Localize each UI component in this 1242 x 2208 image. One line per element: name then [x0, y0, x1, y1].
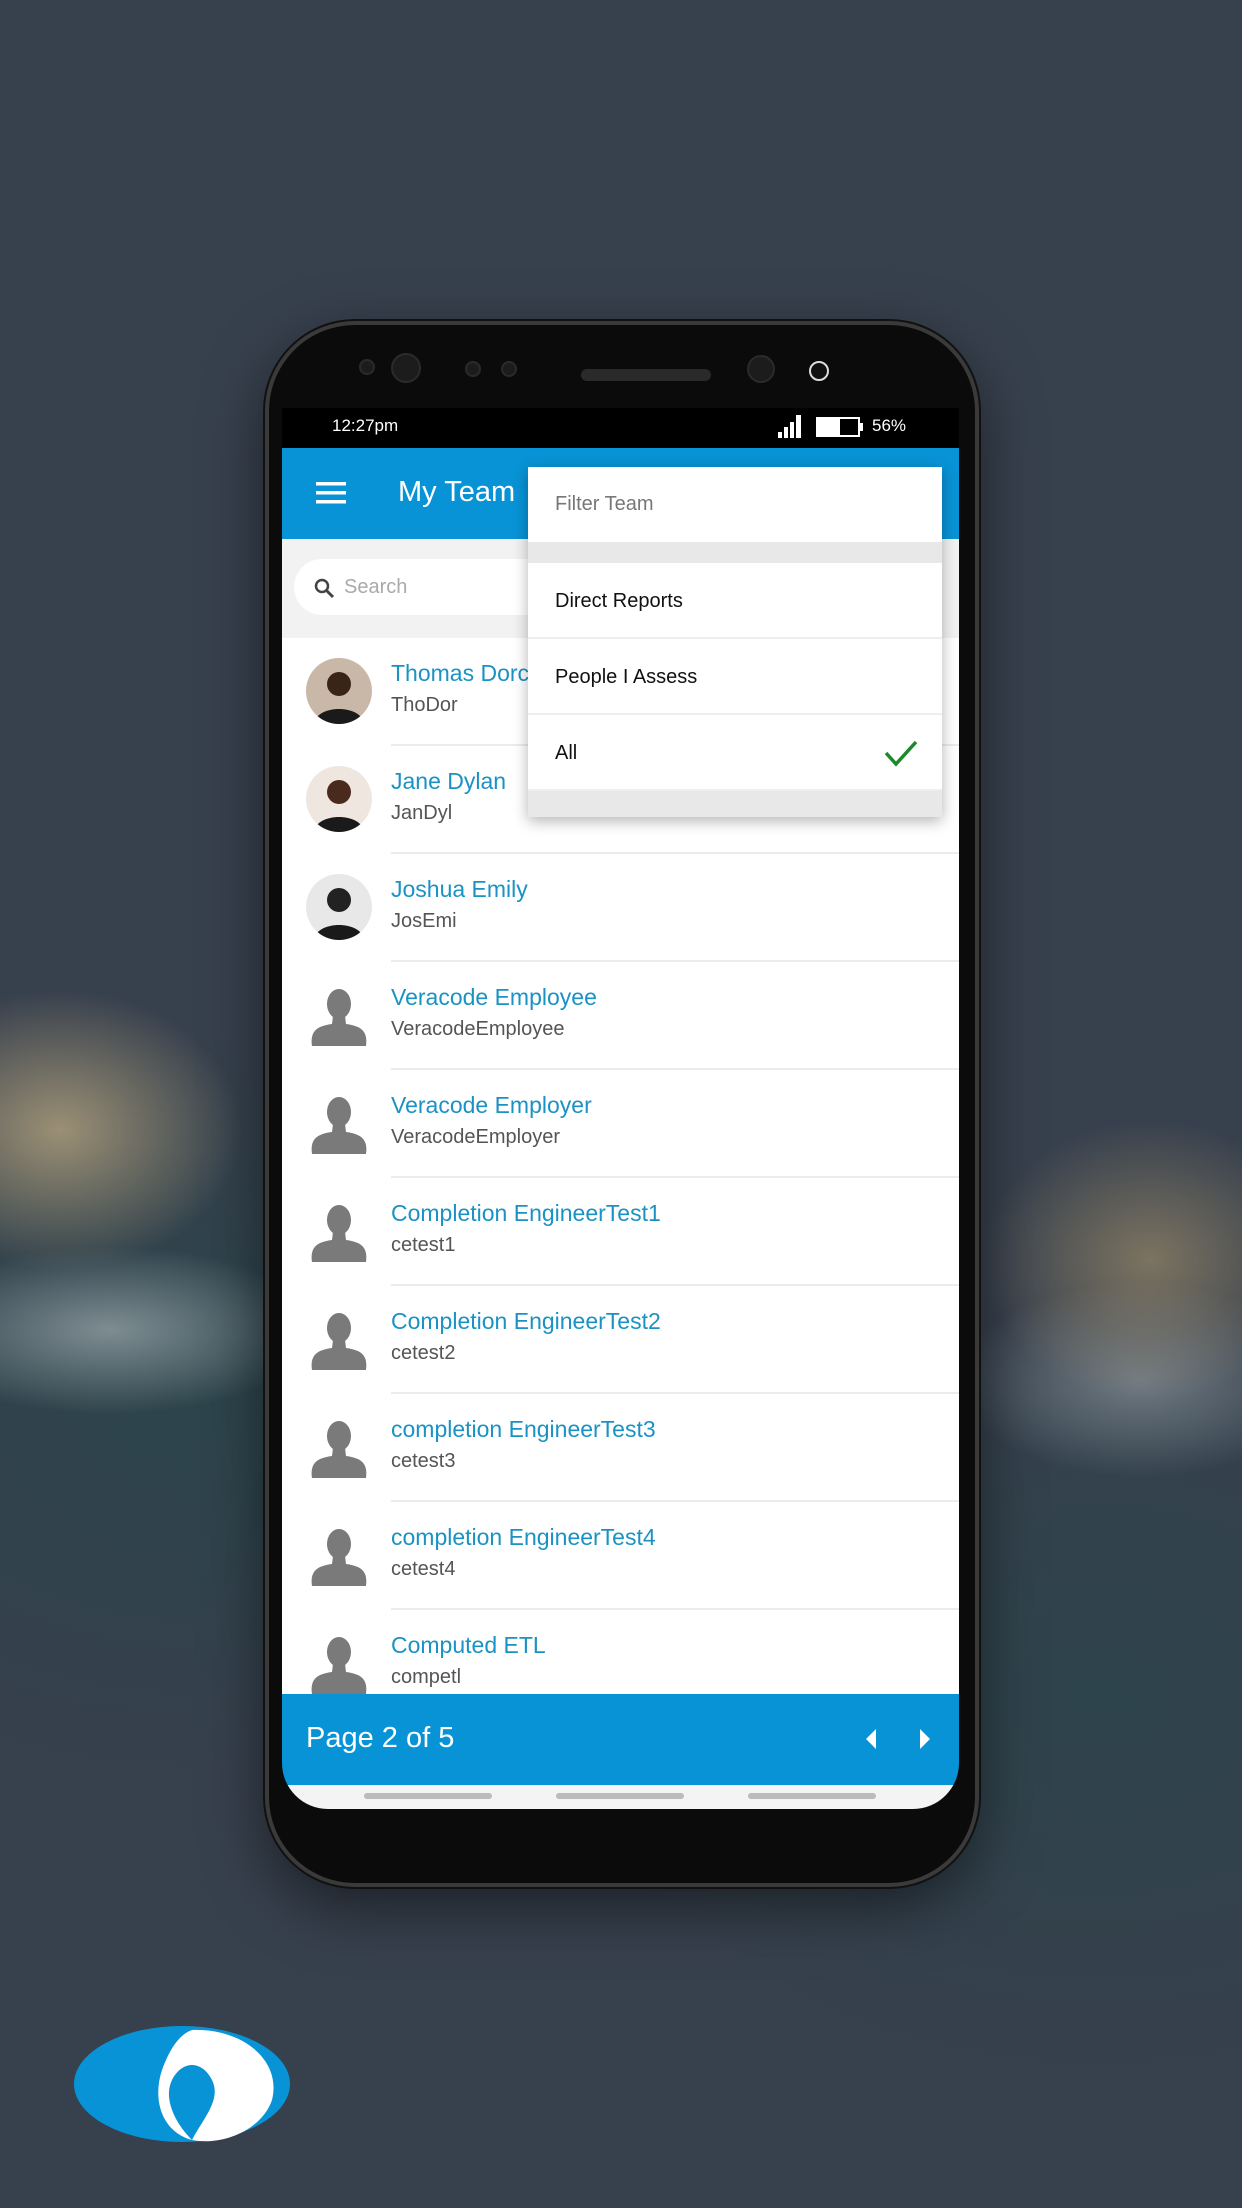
sensor-icon: [501, 361, 517, 377]
divider: [528, 791, 942, 817]
battery-percent: 56%: [872, 416, 907, 435]
member-name: Veracode Employee: [391, 984, 597, 1010]
default-avatar-icon: [306, 1198, 372, 1264]
page-indicator: Page 2 of 5: [306, 1722, 455, 1754]
member-username: JosEmi: [391, 910, 457, 932]
member-username: cetest3: [391, 1450, 456, 1472]
team-member-row[interactable]: Computed ETL competl: [282, 1610, 959, 1694]
filter-title: Filter Team: [555, 493, 654, 515]
option-label: All: [555, 742, 578, 764]
team-member-row[interactable]: Veracode Employee VeracodeEmployee: [282, 962, 959, 1070]
filter-option-all[interactable]: All: [528, 715, 942, 791]
team-member-row[interactable]: Completion EngineerTest2 cetest2: [282, 1286, 959, 1394]
member-username: cetest2: [391, 1342, 456, 1364]
default-avatar-icon: [306, 1522, 372, 1588]
member-name: Thomas Dorc: [391, 660, 530, 686]
avatar: [306, 766, 372, 832]
avatar: [306, 874, 372, 940]
member-username: ThoDor: [391, 694, 458, 716]
hamburger-icon[interactable]: [316, 482, 346, 504]
gesture-nav-bar: [282, 1785, 959, 1809]
divider: [528, 542, 942, 563]
team-member-row[interactable]: completion EngineerTest4 cetest4: [282, 1502, 959, 1610]
member-username: JanDyl: [391, 802, 453, 824]
status-time: 12:27pm: [332, 416, 399, 435]
member-username: cetest1: [391, 1234, 456, 1256]
search-icon: [314, 578, 335, 599]
nav-handle[interactable]: [556, 1793, 684, 1799]
sensor-icon: [465, 361, 481, 377]
avatar: [306, 658, 372, 724]
filter-option-people-i-assess[interactable]: People I Assess: [528, 639, 942, 715]
default-avatar-icon: [306, 1090, 372, 1156]
battery-icon: [816, 417, 863, 437]
filter-team-dropdown: Filter Team Direct Reports People I Asse…: [528, 467, 942, 817]
member-name: completion EngineerTest4: [391, 1524, 656, 1550]
default-avatar-icon: [306, 1306, 372, 1372]
phone-screen: 12:27pm 56% My Team Search Thomas Dorc Th…: [282, 408, 959, 1809]
default-avatar-icon: [306, 1630, 372, 1694]
signal-icon: [778, 415, 801, 438]
team-member-row[interactable]: Completion EngineerTest1 cetest1: [282, 1178, 959, 1286]
team-member-row[interactable]: Joshua Emily JosEmi: [282, 854, 959, 962]
previous-page-icon[interactable]: [864, 1729, 878, 1749]
option-label: People I Assess: [555, 666, 698, 688]
member-name: Joshua Emily: [391, 876, 528, 902]
default-avatar-icon: [306, 1414, 372, 1480]
pagination-bar: Page 2 of 5: [282, 1694, 959, 1785]
page-title: My Team: [398, 476, 516, 508]
member-name: Jane Dylan: [391, 768, 507, 794]
front-camera-icon: [391, 353, 421, 383]
member-username: VeracodeEmployer: [391, 1126, 560, 1148]
member-username: VeracodeEmployee: [391, 1018, 565, 1040]
member-username: competl: [391, 1666, 462, 1688]
status-bar: 12:27pm 56%: [282, 408, 959, 448]
team-member-row[interactable]: completion EngineerTest3 cetest3: [282, 1394, 959, 1502]
filter-option-direct-reports[interactable]: Direct Reports: [528, 563, 942, 639]
sensor-icon: [359, 359, 375, 375]
default-avatar-icon: [306, 982, 372, 1048]
checkmark-icon: [884, 740, 918, 767]
option-label: Direct Reports: [555, 590, 683, 612]
member-name: completion EngineerTest3: [391, 1416, 656, 1442]
proximity-sensor-icon: [809, 361, 829, 381]
search-placeholder: Search: [344, 576, 408, 598]
iris-camera-icon: [747, 355, 775, 383]
team-member-row[interactable]: Veracode Employer VeracodeEmployer: [282, 1070, 959, 1178]
member-name: Computed ETL: [391, 1632, 546, 1658]
member-name: Completion EngineerTest1: [391, 1200, 661, 1226]
company-logo: [74, 2026, 290, 2142]
earpiece-speaker: [581, 369, 711, 381]
next-page-icon[interactable]: [918, 1729, 932, 1749]
member-username: cetest4: [391, 1558, 456, 1580]
nav-handle[interactable]: [748, 1793, 876, 1799]
member-name: Veracode Employer: [391, 1092, 592, 1118]
nav-handle[interactable]: [364, 1793, 492, 1799]
member-name: Completion EngineerTest2: [391, 1308, 661, 1334]
